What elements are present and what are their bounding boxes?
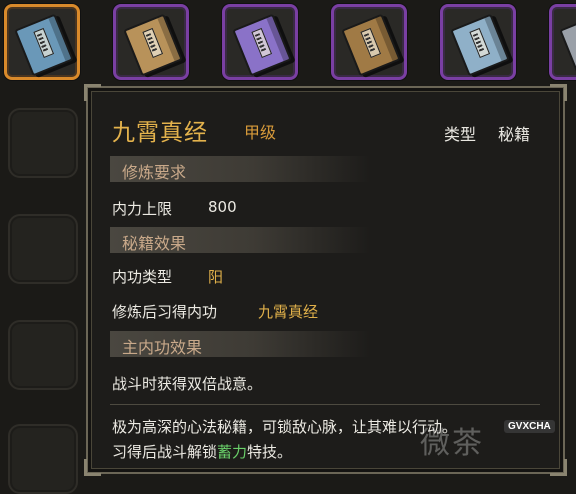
description-line: 极为高深的心法秘籍，可锁敌心脉，让其难以行动。 [112,418,458,436]
section-title: 主内功效果 [122,338,203,357]
section-header-main-effect: 主内功效果 [110,331,370,357]
inventory-slot[interactable] [222,4,298,80]
divider [110,404,540,405]
main-effect-text: 战斗时获得双倍战意。 [112,375,263,393]
frame-corner [84,84,101,101]
inventory-slot[interactable] [549,4,576,80]
item-grade: 甲级 [244,123,277,142]
book-lightblue-icon [450,13,510,77]
section-title: 秘籍效果 [122,234,187,253]
frame-corner [84,459,101,476]
inventory-slot-empty[interactable] [8,320,78,390]
effect-value: 九霄真经 [258,303,319,321]
inventory-slot[interactable] [113,4,189,80]
inventory-slot-empty[interactable] [8,214,78,284]
skill-highlight: 蓄力 [217,443,248,461]
inventory-slot-selected[interactable] [4,4,80,80]
requirement-label: 内力上限 [112,200,173,218]
frame-corner [550,84,567,101]
section-header-effects: 秘籍效果 [110,227,370,253]
frame-corner [550,459,567,476]
book-partial-icon [559,13,576,77]
item-type-label: 类型 [444,125,477,144]
item-name: 九霄真经 [112,120,208,146]
inventory-slot-empty[interactable] [8,424,78,494]
effect-value: 阳 [208,268,224,286]
section-header-requirements: 修炼要求 [110,156,370,182]
book-purple-icon [232,13,292,77]
book-blue-icon [14,13,74,77]
book-tan-icon [123,13,183,77]
effect-label: 内功类型 [112,268,173,286]
section-title: 修炼要求 [122,163,187,182]
book-brown-icon [341,13,401,77]
description-text: 特技。 [247,443,293,461]
item-tooltip: 九霄真经 甲级 类型 秘籍 修炼要求 内力上限 800 秘籍效果 内功类型 阳 … [84,84,567,476]
inventory-slot-empty[interactable] [8,108,78,178]
description-line: 习得后战斗解锁蓄力特技。 [112,441,292,462]
inventory-slot[interactable] [440,4,516,80]
description-text: 习得后战斗解锁 [112,443,218,461]
requirement-value: 800 [208,198,237,216]
watermark-badge: GVXCHA [504,420,555,433]
watermark: 微茶 [420,426,484,461]
effect-label: 修炼后习得内功 [112,303,218,321]
item-type-value: 秘籍 [498,125,531,144]
inventory-slot[interactable] [331,4,407,80]
